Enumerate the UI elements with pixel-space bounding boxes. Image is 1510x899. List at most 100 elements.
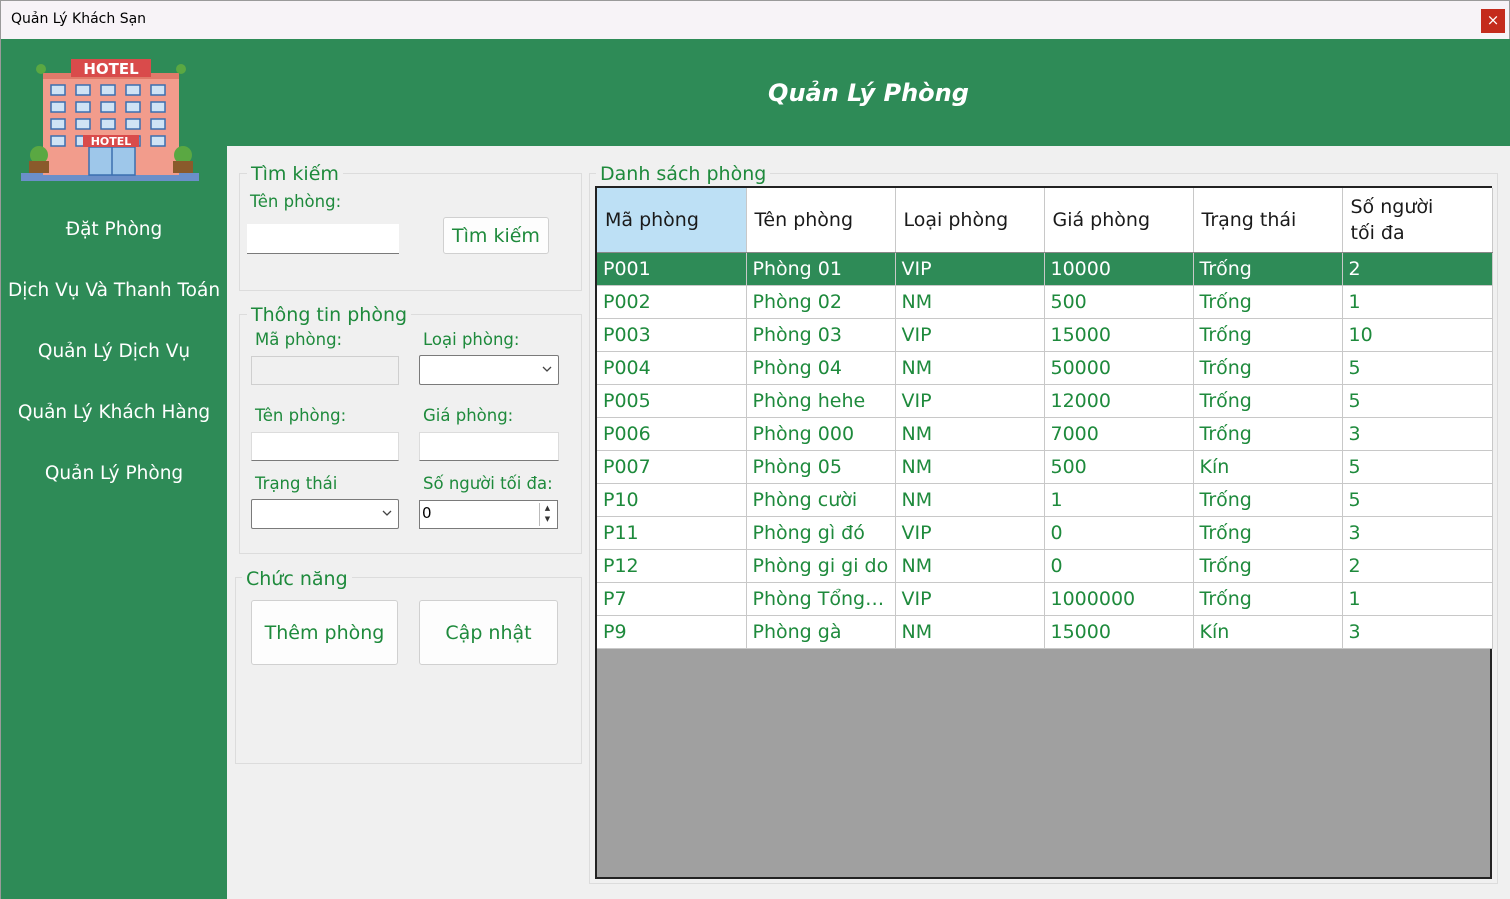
- table-cell[interactable]: NM: [895, 450, 1045, 484]
- table-cell[interactable]: NM: [895, 285, 1045, 319]
- room-table[interactable]: Mã phòng Tên phòng Loại phòng Giá phòng …: [595, 186, 1493, 879]
- table-cell[interactable]: P003: [597, 318, 747, 352]
- table-cell[interactable]: Phòng gi gi do: [746, 549, 896, 583]
- table-row[interactable]: P12 Phòng gi gi do NM 0 Trống 2: [597, 549, 1493, 583]
- nav-quan-ly-dich-vu[interactable]: Quản Lý Dịch Vụ: [1, 341, 227, 362]
- table-cell[interactable]: Phòng 01: [746, 252, 896, 286]
- table-cell[interactable]: Phòng gì đó: [746, 516, 896, 550]
- table-row[interactable]: P004 Phòng 04 NM 50000 Trống 5: [597, 351, 1493, 385]
- table-cell[interactable]: 7000: [1044, 417, 1194, 451]
- room-status-select[interactable]: [251, 499, 399, 529]
- table-cell[interactable]: 500: [1044, 285, 1194, 319]
- table-cell[interactable]: Phòng gà: [746, 615, 896, 649]
- max-people-stepper[interactable]: 0 ▲ ▼: [419, 500, 558, 529]
- table-cell[interactable]: 5: [1342, 351, 1493, 385]
- table-cell[interactable]: 15000: [1044, 318, 1194, 352]
- nav-quan-ly-phong[interactable]: Quản Lý Phòng: [1, 463, 227, 484]
- table-cell[interactable]: Trống: [1193, 417, 1343, 451]
- col-header-type[interactable]: Loại phòng: [895, 188, 1045, 253]
- table-cell[interactable]: NM: [895, 351, 1045, 385]
- table-cell[interactable]: 1000000: [1044, 582, 1194, 616]
- table-cell[interactable]: P12: [597, 549, 747, 583]
- table-cell[interactable]: Trống: [1193, 483, 1343, 517]
- table-cell[interactable]: Phòng 000: [746, 417, 896, 451]
- table-cell[interactable]: 500: [1044, 450, 1194, 484]
- table-cell[interactable]: Phòng 02: [746, 285, 896, 319]
- stepper-buttons[interactable]: ▲ ▼: [539, 503, 555, 526]
- table-row[interactable]: P001 Phòng 01 VIP 10000 Trống 2: [597, 252, 1493, 286]
- table-row[interactable]: P007 Phòng 05 NM 500 Kín 5: [597, 450, 1493, 484]
- table-cell[interactable]: 5: [1342, 384, 1493, 418]
- table-cell[interactable]: Trống: [1193, 351, 1343, 385]
- table-cell[interactable]: Kín: [1193, 615, 1343, 649]
- table-row[interactable]: P10 Phòng cười NM 1 Trống 5: [597, 483, 1493, 517]
- table-cell[interactable]: Phòng Tổng t...: [746, 582, 896, 616]
- table-row[interactable]: P002 Phòng 02 NM 500 Trống 1: [597, 285, 1493, 319]
- table-cell[interactable]: VIP: [895, 252, 1045, 286]
- table-row[interactable]: P005 Phòng hehe VIP 12000 Trống 5: [597, 384, 1493, 418]
- table-cell[interactable]: 3: [1342, 417, 1493, 451]
- table-cell[interactable]: VIP: [895, 516, 1045, 550]
- stepper-down-icon[interactable]: ▼: [540, 514, 555, 525]
- table-cell[interactable]: 10000: [1044, 252, 1194, 286]
- table-cell[interactable]: P002: [597, 285, 747, 319]
- nav-dich-vu-thanh-toan[interactable]: Dịch Vụ Và Thanh Toán: [1, 280, 227, 301]
- stepper-up-icon[interactable]: ▲: [540, 503, 555, 514]
- nav-quan-ly-khach-hang[interactable]: Quản Lý Khách Hàng: [1, 402, 227, 423]
- search-button[interactable]: Tìm kiếm: [443, 217, 549, 254]
- table-row[interactable]: P006 Phòng 000 NM 7000 Trống 3: [597, 417, 1493, 451]
- table-cell[interactable]: 1: [1044, 483, 1194, 517]
- table-cell[interactable]: P11: [597, 516, 747, 550]
- room-name-input[interactable]: [251, 432, 399, 461]
- col-header-code[interactable]: Mã phòng: [597, 188, 747, 253]
- table-cell[interactable]: 0: [1044, 549, 1194, 583]
- nav-dat-phong[interactable]: Đặt Phòng: [1, 219, 227, 240]
- table-cell[interactable]: 3: [1342, 615, 1493, 649]
- table-cell[interactable]: 50000: [1044, 351, 1194, 385]
- col-header-max-people[interactable]: Số người tối đa: [1342, 188, 1493, 253]
- close-button[interactable]: ×: [1481, 9, 1505, 33]
- table-cell[interactable]: 2: [1342, 252, 1493, 286]
- add-room-button[interactable]: Thêm phòng: [251, 600, 398, 665]
- table-cell[interactable]: 1: [1342, 582, 1493, 616]
- table-cell[interactable]: P9: [597, 615, 747, 649]
- search-name-input[interactable]: [247, 224, 399, 254]
- table-cell[interactable]: 10: [1342, 318, 1493, 352]
- table-cell[interactable]: P10: [597, 483, 747, 517]
- table-cell[interactable]: P006: [597, 417, 747, 451]
- table-cell[interactable]: Trống: [1193, 285, 1343, 319]
- table-cell[interactable]: Phòng cười: [746, 483, 896, 517]
- room-type-select[interactable]: [419, 355, 559, 385]
- table-cell[interactable]: Trống: [1193, 318, 1343, 352]
- col-header-price[interactable]: Giá phòng: [1044, 188, 1194, 253]
- col-header-status[interactable]: Trạng thái: [1193, 188, 1343, 253]
- table-cell[interactable]: 12000: [1044, 384, 1194, 418]
- table-cell[interactable]: 5: [1342, 450, 1493, 484]
- table-cell[interactable]: Phòng 04: [746, 351, 896, 385]
- table-cell[interactable]: 15000: [1044, 615, 1194, 649]
- table-cell[interactable]: Trống: [1193, 549, 1343, 583]
- table-cell[interactable]: NM: [895, 615, 1045, 649]
- table-cell[interactable]: P001: [597, 252, 747, 286]
- table-cell[interactable]: Phòng hehe: [746, 384, 896, 418]
- col-header-name[interactable]: Tên phòng: [746, 188, 896, 253]
- table-row[interactable]: P9 Phòng gà NM 15000 Kín 3: [597, 615, 1493, 649]
- table-cell[interactable]: 0: [1044, 516, 1194, 550]
- table-cell[interactable]: NM: [895, 549, 1045, 583]
- table-cell[interactable]: P7: [597, 582, 747, 616]
- table-row[interactable]: P7 Phòng Tổng t... VIP 1000000 Trống 1: [597, 582, 1493, 616]
- table-row[interactable]: P003 Phòng 03 VIP 15000 Trống 10: [597, 318, 1493, 352]
- room-price-input[interactable]: [419, 432, 559, 461]
- table-cell[interactable]: VIP: [895, 582, 1045, 616]
- table-cell[interactable]: P005: [597, 384, 747, 418]
- table-cell[interactable]: NM: [895, 483, 1045, 517]
- table-cell[interactable]: 5: [1342, 483, 1493, 517]
- table-cell[interactable]: Phòng 03: [746, 318, 896, 352]
- table-cell[interactable]: VIP: [895, 318, 1045, 352]
- table-cell[interactable]: Trống: [1193, 252, 1343, 286]
- table-cell[interactable]: VIP: [895, 384, 1045, 418]
- table-cell[interactable]: P004: [597, 351, 747, 385]
- update-button[interactable]: Cập nhật: [419, 600, 558, 665]
- table-cell[interactable]: Trống: [1193, 384, 1343, 418]
- table-cell[interactable]: Trống: [1193, 582, 1343, 616]
